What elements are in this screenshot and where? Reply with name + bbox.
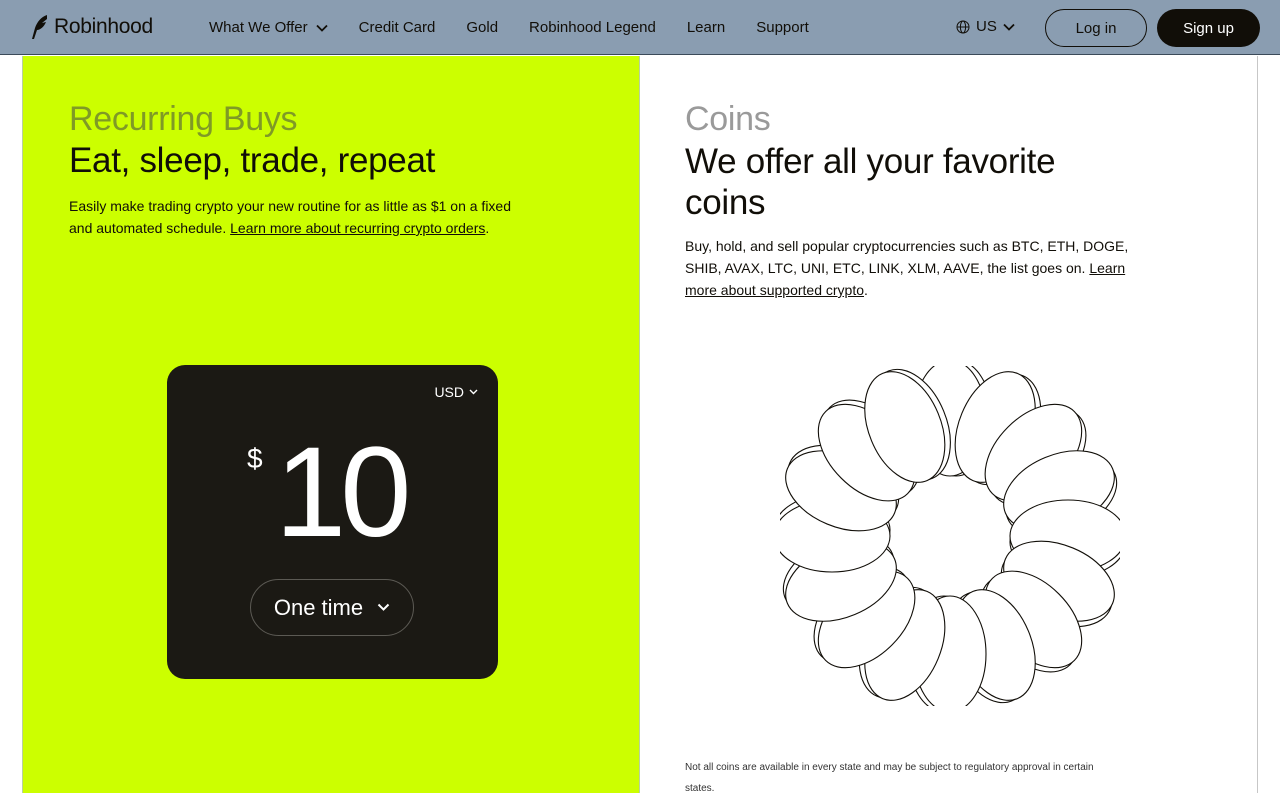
nav-what-we-offer[interactable]: What We Offer <box>209 19 328 36</box>
coins-description: Buy, hold, and sell popular cryptocurren… <box>685 235 1145 301</box>
region-label: US <box>976 18 997 35</box>
top-nav-bar: Robinhood What We Offer Credit Card Gold… <box>0 0 1280 55</box>
chevron-down-icon <box>1003 23 1015 31</box>
recurring-learn-more-link[interactable]: Learn more about recurring crypto orders <box>230 220 485 236</box>
nav-gold[interactable]: Gold <box>466 19 498 36</box>
globe-icon <box>956 20 970 33</box>
nav-what-we-offer-label: What We Offer <box>209 19 308 36</box>
brand-name: Robinhood <box>54 15 153 38</box>
signup-button[interactable]: Sign up <box>1157 9 1260 47</box>
recurring-buy-card: USD $ 10 One time <box>167 365 498 679</box>
nav-support-label: Support <box>756 19 809 36</box>
chevron-down-icon <box>316 24 328 32</box>
coins-disclaimer: Not all coins are available in every sta… <box>685 762 1094 793</box>
chevron-down-icon <box>377 603 390 611</box>
currency-selector[interactable]: USD <box>434 384 478 400</box>
recurring-buys-panel: Recurring Buys Eat, sleep, trade, repeat… <box>22 56 640 793</box>
coin-ring-illustration <box>780 366 1120 706</box>
currency-symbol: $ <box>247 443 263 474</box>
coins-link-suffix: . <box>864 282 868 298</box>
nav-credit-card-label: Credit Card <box>358 19 436 36</box>
frequency-label: One time <box>273 594 364 620</box>
coins-panel: Coins We offer all your favorite coins B… <box>640 56 1258 793</box>
amount-display: 10 <box>275 421 411 564</box>
region-selector[interactable]: US <box>956 18 1015 35</box>
login-button[interactable]: Log in <box>1045 9 1147 47</box>
coins-eyebrow: Coins <box>685 100 771 138</box>
recurring-description: Easily make trading crypto your new rout… <box>69 195 519 239</box>
nav-credit-card[interactable]: Credit Card <box>359 19 436 36</box>
nav-gold-label: Gold <box>466 19 499 36</box>
currency-label: USD <box>434 384 464 400</box>
recurring-headline: Eat, sleep, trade, repeat <box>69 141 436 180</box>
nav-robinhood-legend[interactable]: Robinhood Legend <box>529 19 656 36</box>
nav-learn-label: Learn <box>686 19 726 36</box>
nav-support[interactable]: Support <box>756 19 809 36</box>
recurring-eyebrow: Recurring Buys <box>69 100 298 138</box>
frequency-selector[interactable]: One time <box>250 579 414 636</box>
nav-robinhood-legend-label: Robinhood Legend <box>529 19 656 36</box>
recurring-link-suffix: . <box>485 220 490 236</box>
coins-headline: We offer all your favorite coins <box>685 142 1056 222</box>
brand-logo[interactable]: Robinhood <box>30 14 153 40</box>
main-nav: What We Offer Credit Card Gold Robinhood… <box>209 0 840 55</box>
feather-icon <box>32 15 47 39</box>
nav-learn[interactable]: Learn <box>687 19 725 36</box>
coins-body-text: Buy, hold, and sell popular cryptocurren… <box>685 238 1129 276</box>
chevron-down-icon <box>469 389 478 395</box>
